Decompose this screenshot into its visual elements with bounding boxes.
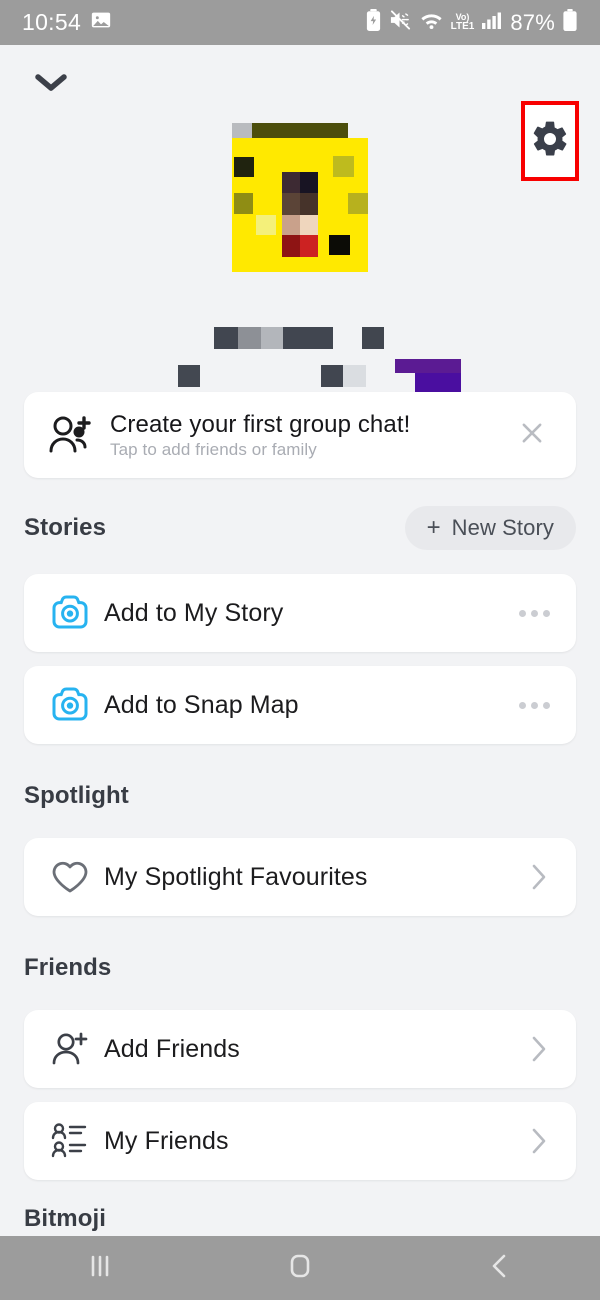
row-label: Add to Snap Map	[104, 690, 299, 719]
stories-section-header: Stories + New Story	[24, 506, 576, 550]
close-icon	[518, 419, 546, 452]
home-button[interactable]	[200, 1250, 400, 1287]
promo-close-button[interactable]	[512, 419, 552, 452]
home-icon	[283, 1250, 317, 1287]
chevron-right-icon	[528, 1034, 550, 1064]
wifi-icon	[419, 9, 444, 36]
spotlight-title: Spotlight	[24, 782, 129, 809]
camera-icon	[50, 686, 104, 724]
row-label: Add to My Story	[104, 598, 284, 627]
chevron-right-icon	[528, 1126, 550, 1156]
battery-saver-icon	[365, 9, 382, 36]
chevron-right-icon	[528, 862, 550, 892]
table-row[interactable]: My Spotlight Favourites	[24, 838, 576, 916]
more-dots-icon[interactable]	[519, 701, 550, 709]
volte-icon: Vo) LTE1	[451, 13, 475, 32]
row-add-to-my-story[interactable]: Add to My Story	[24, 574, 576, 652]
recents-icon	[83, 1250, 117, 1287]
signal-icon	[481, 9, 503, 36]
heart-icon	[50, 859, 104, 895]
friends-section-header: Friends	[24, 948, 576, 988]
friend-list-icon	[50, 1122, 104, 1160]
chevron-down-icon	[33, 70, 69, 99]
row-label: My Spotlight Favourites	[104, 862, 368, 891]
status-clock: 10:54	[22, 9, 82, 35]
table-row[interactable]: Add Friends	[24, 1010, 576, 1088]
camera-icon	[50, 594, 104, 632]
volte-bottom-label: LTE1	[450, 21, 475, 32]
table-row[interactable]: Add to My Story	[24, 574, 576, 652]
display-name-and-username	[170, 315, 461, 395]
promo-subtitle: Tap to add friends or family	[110, 439, 317, 459]
more-dots-icon[interactable]	[519, 609, 550, 617]
avatar[interactable]	[232, 115, 368, 272]
settings-button[interactable]	[521, 101, 579, 181]
row-label: Add Friends	[104, 1034, 240, 1063]
image-icon	[90, 9, 112, 36]
status-bar-left: 10:54	[22, 9, 112, 36]
battery-percent-label: 87%	[510, 9, 555, 35]
group-chat-promo-card[interactable]: Create your first group chat! Tap to add…	[24, 392, 576, 478]
back-button[interactable]	[400, 1250, 600, 1287]
recents-button[interactable]	[0, 1250, 200, 1287]
back-icon	[483, 1250, 517, 1287]
gear-icon	[530, 119, 570, 164]
person-add-icon	[50, 1030, 104, 1068]
table-row[interactable]: Add to Snap Map	[24, 666, 576, 744]
plus-icon: +	[426, 514, 441, 541]
battery-icon	[562, 9, 578, 36]
status-bar: 10:54 Vo) LTE1 87%	[0, 0, 600, 45]
group-chat-promo-inner[interactable]: Create your first group chat! Tap to add…	[24, 392, 576, 478]
bitmoji-title: Bitmoji	[24, 1205, 107, 1232]
android-navigation-bar	[0, 1236, 600, 1300]
row-add-to-snap-map[interactable]: Add to Snap Map	[24, 666, 576, 744]
friends-title: Friends	[24, 954, 112, 981]
row-label: My Friends	[104, 1126, 229, 1155]
row-add-friends[interactable]: Add Friends	[24, 1010, 576, 1088]
collapse-button[interactable]	[30, 63, 72, 105]
spotlight-section-header: Spotlight	[24, 776, 576, 816]
new-story-button[interactable]: + New Story	[404, 506, 576, 550]
mute-icon	[389, 9, 412, 36]
table-row[interactable]: My Friends	[24, 1102, 576, 1180]
group-add-icon	[48, 414, 110, 456]
group-chat-promo-text: Create your first group chat! Tap to add…	[110, 411, 410, 460]
snapchat-profile-screen: 10:54 Vo) LTE1 87% Create your first gro…	[0, 0, 600, 1300]
stories-title: Stories	[24, 514, 107, 541]
status-bar-right: Vo) LTE1 87%	[365, 9, 578, 36]
promo-title: Create your first group chat!	[110, 410, 411, 438]
new-story-label: New Story	[451, 515, 554, 540]
row-my-friends[interactable]: My Friends	[24, 1102, 576, 1180]
row-my-spotlight-favourites[interactable]: My Spotlight Favourites	[24, 838, 576, 916]
